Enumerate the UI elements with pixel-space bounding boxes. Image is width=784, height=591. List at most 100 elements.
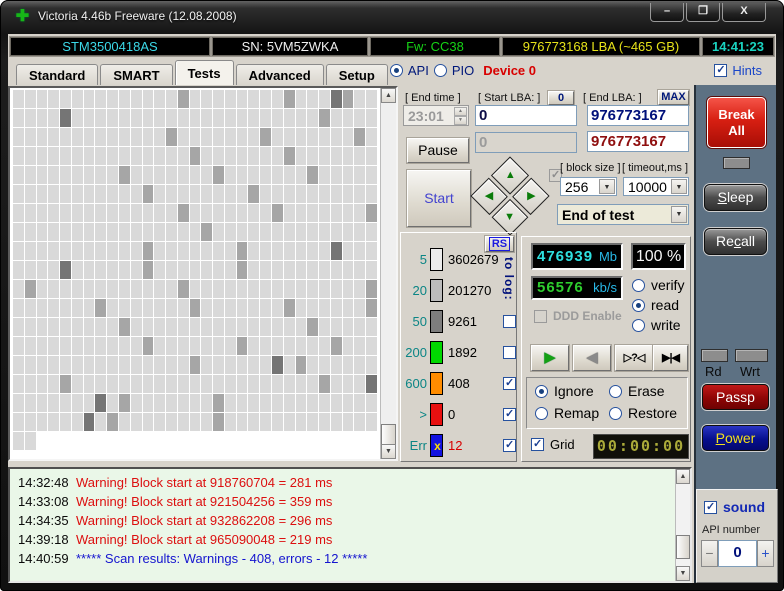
log-checkbox[interactable] (503, 439, 516, 452)
scan-cell (331, 394, 342, 412)
seek-end-button[interactable]: ▶|◀ (653, 345, 688, 371)
tab-standard[interactable]: Standard (16, 64, 98, 85)
title-bar[interactable]: ✚ Victoria 4.46b Freeware (12.08.2008) –… (0, 0, 784, 34)
latency-threshold: 200 (401, 345, 427, 360)
pio-radio[interactable] (434, 64, 447, 77)
minimize-button[interactable]: – (650, 3, 684, 22)
restore-label: Restore (628, 405, 677, 421)
log-scrollbar[interactable]: ▲ ▼ (675, 469, 690, 581)
scroll-up-icon[interactable]: ▲ (381, 88, 396, 103)
start-button[interactable]: Start (407, 170, 471, 227)
scan-cell (131, 128, 142, 146)
scan-cell (296, 337, 307, 355)
chevron-down-icon[interactable]: ▼ (671, 206, 687, 223)
log-checkbox[interactable] (503, 408, 516, 421)
write-radio[interactable] (632, 319, 645, 332)
scan-cell (201, 394, 212, 412)
timeout-combo[interactable]: 10000 ▼ (623, 177, 689, 196)
seek-question-button[interactable]: ▷?◁ (615, 345, 653, 371)
ignore-radio[interactable] (535, 385, 548, 398)
play-forward-button[interactable]: ▶ (531, 345, 569, 371)
api-number-stepper: − 0 + (701, 540, 774, 567)
remap-radio[interactable] (535, 407, 548, 420)
start-lba-zero-button[interactable]: 0 (548, 91, 574, 105)
spin-up-icon[interactable]: ▲ (454, 107, 467, 116)
scan-cell (25, 128, 36, 146)
legend-row: 20 201270 (401, 278, 518, 304)
api-radio[interactable] (390, 64, 403, 77)
pause-button[interactable]: Pause (407, 138, 469, 163)
scan-cell (201, 204, 212, 222)
scan-cell (354, 375, 365, 393)
scan-cell (366, 280, 377, 298)
scan-cell (213, 394, 224, 412)
break-all-button[interactable]: Break All (707, 97, 766, 148)
log-checkbox[interactable] (503, 315, 516, 328)
sleep-button[interactable]: Sleep (704, 184, 767, 211)
scan-cell (37, 375, 48, 393)
grid-checkbox[interactable] (531, 438, 544, 451)
scan-cell (260, 280, 271, 298)
scan-cell (354, 356, 365, 374)
hints-checkbox[interactable] (714, 64, 727, 77)
passport-button[interactable]: Passp (702, 384, 769, 410)
close-button[interactable]: X (722, 3, 766, 22)
chevron-down-icon[interactable]: ▼ (599, 179, 615, 194)
scroll-down-icon[interactable]: ▼ (676, 566, 690, 581)
verify-radio[interactable] (632, 279, 645, 292)
start-lba-input[interactable]: 0 (475, 105, 577, 126)
scroll-down-icon[interactable]: ▼ (381, 444, 396, 459)
tab-tests[interactable]: Tests (175, 60, 234, 85)
chevron-down-icon[interactable]: ▼ (671, 179, 687, 194)
read-radio[interactable] (632, 299, 645, 312)
power-button[interactable]: Power (702, 425, 769, 451)
recall-button[interactable]: Recall (704, 228, 767, 255)
log-checkbox[interactable] (503, 346, 516, 359)
end-time-spinner[interactable]: 23:01 ▲▼ (403, 105, 469, 126)
scan-cell (296, 280, 307, 298)
scan-cell (366, 90, 377, 108)
scan-cell (119, 90, 130, 108)
scan-cell (319, 147, 330, 165)
scan-cell (296, 413, 307, 431)
tab-advanced[interactable]: Advanced (236, 64, 324, 85)
scan-cell (95, 109, 106, 127)
scan-cell (366, 166, 377, 184)
scan-cell (48, 147, 59, 165)
end-lba-secondary: 976773167 (587, 131, 689, 152)
block-size-combo[interactable]: 256 ▼ (560, 177, 617, 196)
app-window: ✚ Victoria 4.46b Freeware (12.08.2008) –… (0, 0, 784, 591)
scan-cell (260, 299, 271, 317)
end-lba-max-button[interactable]: MAX (658, 90, 689, 105)
scan-cell (343, 166, 354, 184)
scan-cell (331, 90, 342, 108)
restore-radio[interactable] (609, 407, 622, 420)
scan-cell (307, 90, 318, 108)
spin-down-icon[interactable]: ▼ (454, 116, 467, 125)
tab-smart[interactable]: SMART (100, 64, 172, 85)
scrollbar-thumb[interactable] (676, 535, 690, 559)
scroll-up-icon[interactable]: ▲ (676, 469, 690, 484)
scan-cell (190, 394, 201, 412)
scan-cell (107, 128, 118, 146)
plus-button[interactable]: + (757, 540, 774, 567)
scan-cell (84, 242, 95, 260)
tab-setup[interactable]: Setup (326, 64, 388, 85)
play-back-button[interactable]: ◀ (573, 345, 611, 371)
scan-cell (260, 394, 271, 412)
log-checkbox[interactable] (503, 377, 516, 390)
erase-radio[interactable] (609, 385, 622, 398)
scan-cell (107, 109, 118, 127)
minus-button[interactable]: − (701, 540, 718, 567)
scan-cell (272, 185, 283, 203)
scan-cell (166, 185, 177, 203)
end-lba-input[interactable]: 976773167 (587, 105, 689, 126)
scan-cell (13, 299, 24, 317)
after-test-action-combo[interactable]: End of test ▼ (557, 204, 689, 225)
ddd-enable-label: DDD Enable (553, 309, 622, 323)
scan-cell (331, 280, 342, 298)
scan-map-scrollbar[interactable]: ▲ ▼ (380, 88, 396, 459)
scan-cell (25, 90, 36, 108)
maximize-button[interactable]: ❐ (686, 3, 720, 22)
sound-checkbox[interactable] (704, 501, 717, 514)
